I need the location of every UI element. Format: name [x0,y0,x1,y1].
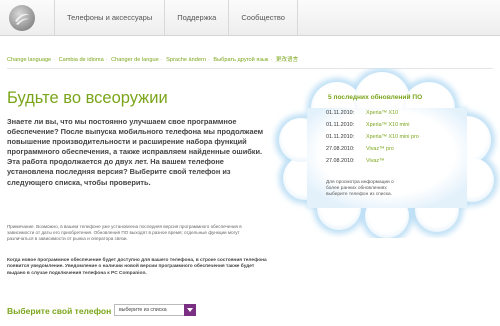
note-text: Примечание. Возможно, в вашем телефоне у… [7,224,242,242]
update-item: 01.11.2010: Xperia™ X10 mini [326,122,409,128]
language-link[interactable]: Выбрать другой язык [213,57,268,63]
update-date: 27.08.2010: [326,158,355,164]
top-navigation-bar: Телефоны и аксессуары Поддержка Сообщест… [0,0,500,36]
main-nav: Телефоны и аксессуары Поддержка Сообщест… [54,0,298,36]
phone-select-label: Выберите свой телефон [7,306,112,316]
nav-item-community[interactable]: Сообщество [228,0,298,36]
update-phone-link[interactable]: Vivaz™ [366,158,384,164]
update-phone-link[interactable]: Xperia™ X10 mini pro [366,134,419,140]
update-date: 27.08.2010: [326,146,355,152]
phone-select-value: выберите из списка [119,307,167,313]
chevron-down-icon[interactable] [184,304,196,316]
update-item: 27.08.2010: Vivaz™ pro [326,146,394,152]
update-date: 01.11.2010: [326,134,355,140]
update-phone-link[interactable]: Vivaz™ pro [366,146,394,152]
update-item: 01.11.2010: Xperia™ X10 [326,110,398,116]
phone-select[interactable]: выберите из списка [114,304,196,316]
language-bar: Change language · Cambia de idioma · Chang… [7,57,299,63]
update-date: 01.11.2010: [326,122,355,128]
update-item: 01.11.2010: Xperia™ X10 mini pro [326,134,419,140]
nav-item-support[interactable]: Поддержка [164,0,228,36]
language-link[interactable]: 更改语言 [276,57,298,63]
nav-item-phones-accessories[interactable]: Телефоны и аксессуары [54,0,164,36]
update-date: 01.11.2010: [326,110,355,116]
page-title: Будьте во всеоружии [7,89,168,107]
update-phone-link[interactable]: Xperia™ X10 [366,110,398,116]
language-link[interactable]: Cambia de idioma [59,57,104,63]
update-phone-link[interactable]: Xperia™ X10 mini [366,122,409,128]
language-link[interactable]: Sprache ändern [166,57,206,63]
language-link[interactable]: Change language [7,57,51,63]
notification-text: Когда новое программное обеспечение буде… [7,258,267,276]
intro-text: Знаете ли вы, что мы постоянно улучшаем … [7,117,264,187]
sony-ericsson-logo-icon[interactable] [7,3,37,33]
language-link[interactable]: Changer de langue [111,57,159,63]
update-item: 27.08.2010: Vivaz™ [326,158,384,164]
updates-title: 5 последних обновлений ПО [328,94,423,101]
updates-note: Для просмотра информации о более ранних … [326,180,394,198]
